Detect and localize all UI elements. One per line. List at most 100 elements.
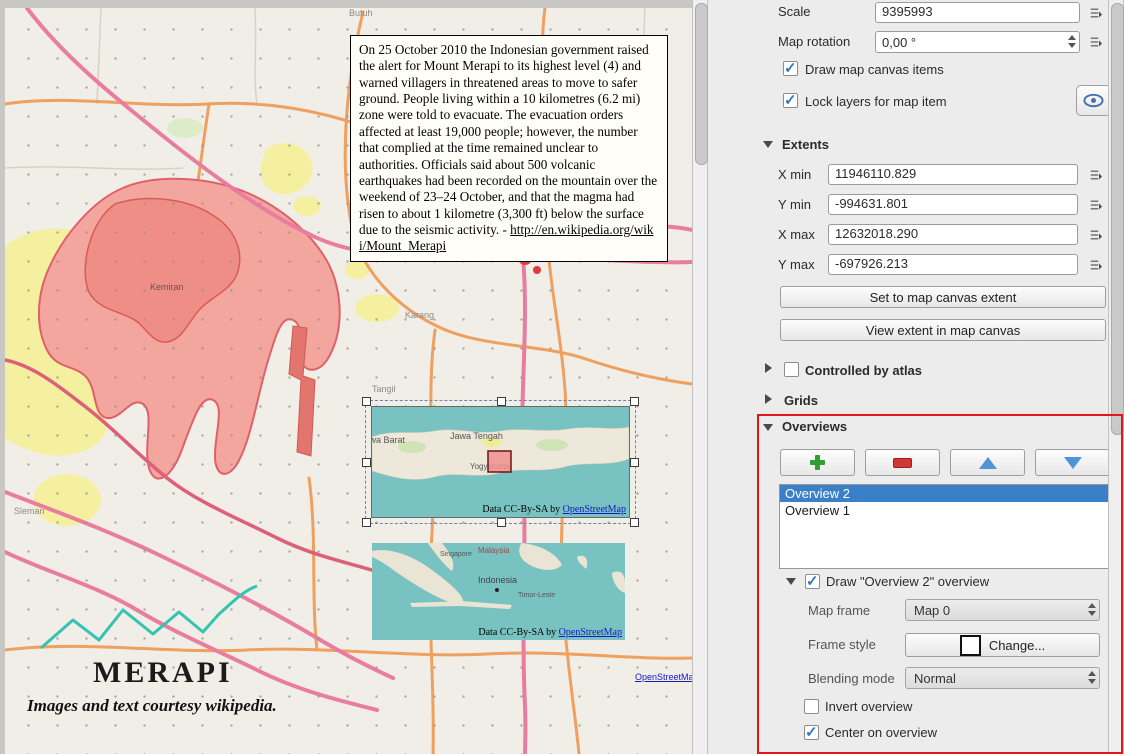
osm-attribution: Data CC-By-SA by OpenStreetMap xyxy=(482,504,626,515)
draw-map-canvas-items-label: Draw map canvas items xyxy=(805,62,944,77)
list-item-overview-2[interactable]: Overview 2 xyxy=(780,485,1109,502)
yellow-zone xyxy=(355,294,399,322)
osm-link[interactable]: OpenStreetMap xyxy=(559,627,622,638)
resize-handle-tc[interactable] xyxy=(497,397,506,406)
country-label: Timor-Leste xyxy=(518,592,555,599)
data-defined-override-icon xyxy=(1090,5,1102,21)
country-label: Malaysia xyxy=(478,546,510,555)
down-arrow-icon xyxy=(1064,457,1082,469)
lock-layers-label: Lock layers for map item xyxy=(805,94,947,109)
place-label: Karang xyxy=(405,310,434,320)
composer-canvas[interactable]: Butuh Kemiran Sleman Tangil Karang On 25… xyxy=(0,0,692,754)
ymin-input[interactable]: -994631.801 xyxy=(828,194,1078,215)
resize-handle-bc[interactable] xyxy=(497,518,506,527)
frame-style-change-button[interactable]: Change... xyxy=(905,633,1100,657)
rotation-data-defined-override-button[interactable] xyxy=(1084,31,1108,53)
data-defined-override-icon xyxy=(1090,167,1102,183)
ymax-data-defined-override-button[interactable] xyxy=(1084,254,1108,276)
ymin-data-defined-override-button[interactable] xyxy=(1084,194,1108,216)
resize-handle-mr[interactable] xyxy=(630,458,639,467)
osm-link[interactable]: OpenStreetMap xyxy=(563,504,626,515)
yellow-zone xyxy=(293,196,321,216)
scrollbar-thumb[interactable] xyxy=(695,3,708,165)
vegetation-patch xyxy=(167,118,203,138)
qgis-composer-window: Butuh Kemiran Sleman Tangil Karang On 25… xyxy=(0,0,1124,754)
view-extent-in-map-canvas-button[interactable]: View extent in map canvas xyxy=(780,319,1106,341)
ymax-input[interactable]: -697926.213 xyxy=(828,254,1078,275)
combo-arrows xyxy=(1088,671,1096,684)
xmin-data-defined-override-button[interactable] xyxy=(1084,164,1108,186)
resize-handle-bl[interactable] xyxy=(362,518,371,527)
move-overview-down-button[interactable] xyxy=(1035,449,1110,476)
place-label: Sleman xyxy=(14,506,45,516)
country-label: Singapore xyxy=(440,551,472,558)
map-frame-value: Map 0 xyxy=(914,603,950,618)
draw-map-canvas-items-checkbox[interactable] xyxy=(783,61,798,76)
overviews-header[interactable]: Overviews xyxy=(782,419,847,434)
eye-icon xyxy=(1083,93,1104,108)
blending-mode-combo[interactable]: Normal xyxy=(905,667,1100,689)
map-rotation-spinbox[interactable]: 0,00 ° xyxy=(875,31,1080,53)
overview-extent-rectangle xyxy=(488,451,511,472)
overview-map-indonesia-item[interactable]: Singapore Malaysia Indonesia Timor-Leste… xyxy=(372,543,625,640)
place-label: Kemiran xyxy=(150,282,184,292)
draw-overview-checkbox[interactable] xyxy=(805,574,820,589)
minus-icon xyxy=(893,458,912,468)
resize-handle-tr[interactable] xyxy=(630,397,639,406)
center-on-overview-checkbox[interactable] xyxy=(804,725,819,740)
scrollbar-thumb[interactable] xyxy=(1111,3,1124,435)
grids-collapse-icon[interactable] xyxy=(765,394,772,404)
data-defined-override-icon xyxy=(1090,227,1102,243)
credit-text-item[interactable]: Images and text courtesy wikipedia. xyxy=(27,696,277,716)
invert-overview-checkbox[interactable] xyxy=(804,699,819,714)
grids-header[interactable]: Grids xyxy=(784,393,818,408)
data-defined-override-icon xyxy=(1090,257,1102,273)
extents-header[interactable]: Extents xyxy=(782,137,829,152)
land-patch xyxy=(536,439,568,451)
extents-collapse-icon[interactable] xyxy=(763,141,773,148)
canvas-vertical-scrollbar[interactable] xyxy=(692,0,708,754)
controlled-by-atlas-checkbox[interactable] xyxy=(784,362,799,377)
scale-label: Scale xyxy=(778,4,811,19)
xmax-data-defined-override-button[interactable] xyxy=(1084,224,1108,246)
list-item-overview-1[interactable]: Overview 1 xyxy=(780,502,1109,519)
set-to-map-canvas-extent-button[interactable]: Set to map canvas extent xyxy=(780,286,1106,308)
road-junction-marker xyxy=(533,266,541,274)
region-label: Jawa Barat xyxy=(372,435,406,445)
xmax-label: X max xyxy=(778,227,815,242)
resize-handle-ml[interactable] xyxy=(362,458,371,467)
draw-overview-collapse-icon[interactable] xyxy=(786,578,796,585)
up-arrow-icon xyxy=(979,457,997,469)
map-frame-combo[interactable]: Map 0 xyxy=(905,599,1100,621)
resize-handle-tl[interactable] xyxy=(362,397,371,406)
remove-overview-button[interactable] xyxy=(865,449,940,476)
xmax-input[interactable]: 12632018.290 xyxy=(828,224,1078,245)
atlas-collapse-icon[interactable] xyxy=(765,363,772,373)
resize-handle-br[interactable] xyxy=(630,518,639,527)
overviews-collapse-icon[interactable] xyxy=(763,424,773,431)
map-frame-label: Map frame xyxy=(808,603,870,618)
lock-layers-checkbox[interactable] xyxy=(783,93,798,108)
center-on-overview-label: Center on overview xyxy=(825,725,937,740)
draw-overview-label: Draw "Overview 2" overview xyxy=(826,574,989,589)
move-overview-up-button[interactable] xyxy=(950,449,1025,476)
overviews-list[interactable]: Overview 2 Overview 1 xyxy=(779,484,1110,569)
invert-overview-label: Invert overview xyxy=(825,699,912,714)
blending-mode-value: Normal xyxy=(914,671,956,686)
place-label: Tangil xyxy=(372,384,396,394)
overview-map-java-item[interactable]: Jawa Barat Jawa Tengah Yogyakarta Data C… xyxy=(371,406,630,518)
composition-page[interactable]: Butuh Kemiran Sleman Tangil Karang On 25… xyxy=(5,8,692,754)
text-note-item[interactable]: On 25 October 2010 the Indonesian govern… xyxy=(350,35,668,262)
layer-visibility-preset-button[interactable] xyxy=(1076,85,1111,116)
xmin-input[interactable]: 11946110.829 xyxy=(828,164,1078,185)
add-overview-button[interactable] xyxy=(780,449,855,476)
location-dot xyxy=(495,588,499,592)
map-title-item[interactable]: MERAPI xyxy=(93,656,233,690)
spinbox-arrows[interactable] xyxy=(1068,35,1076,48)
panel-vertical-scrollbar[interactable] xyxy=(1108,0,1124,754)
region-label: Jawa Tengah xyxy=(450,431,503,441)
osm-link-partial[interactable]: OpenStreetMap xyxy=(635,672,692,682)
combo-arrows xyxy=(1088,603,1096,616)
scale-data-defined-override-button[interactable] xyxy=(1084,2,1108,24)
scale-input[interactable]: 9395993 xyxy=(875,2,1080,23)
